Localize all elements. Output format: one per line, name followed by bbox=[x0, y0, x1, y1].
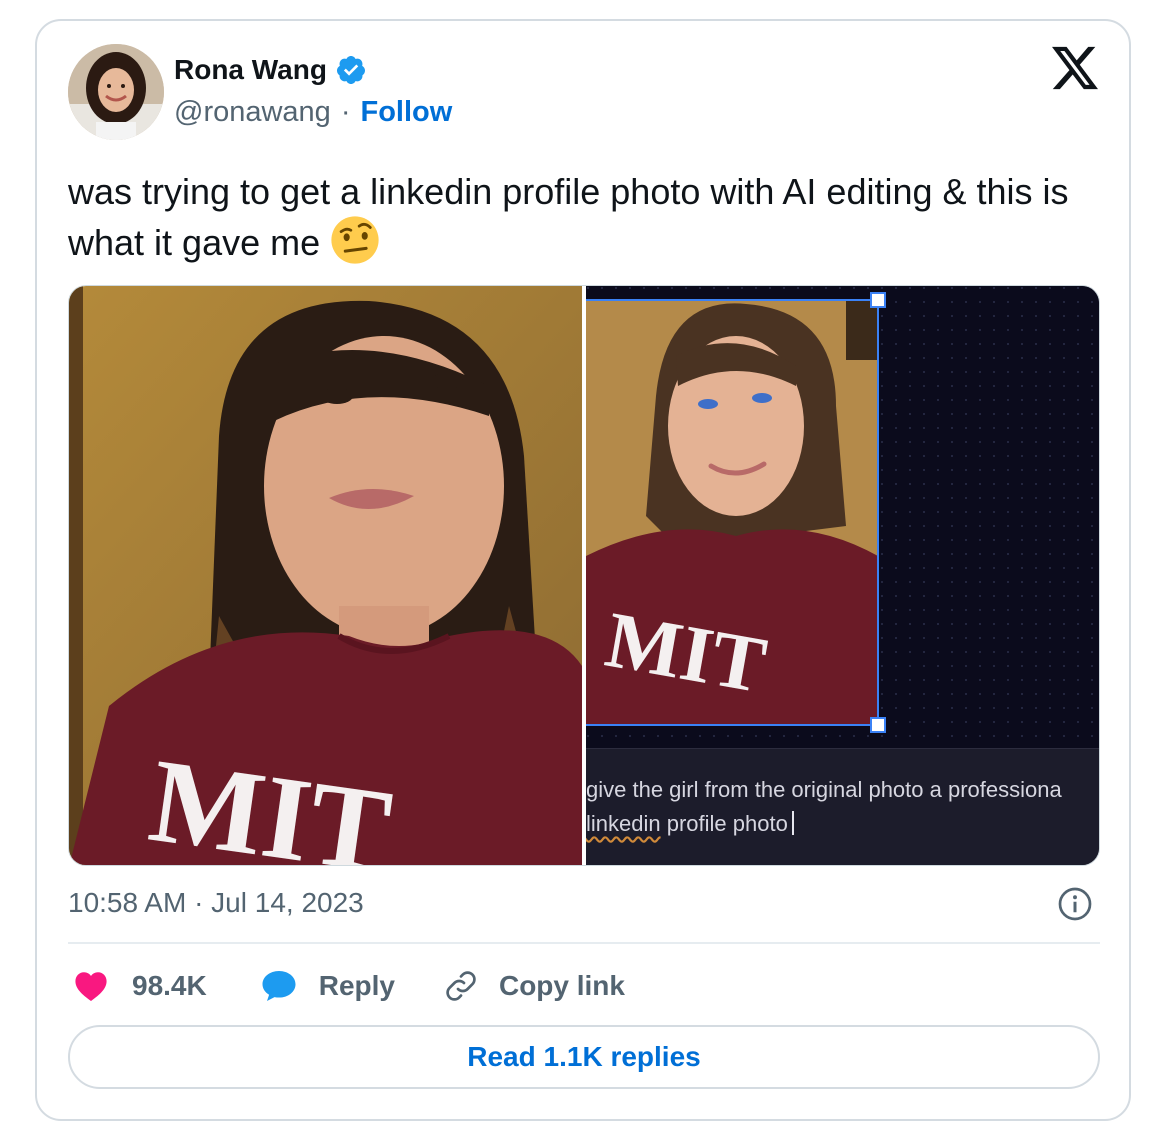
ai-edited-panel[interactable]: MIT give the girl from the original phot… bbox=[583, 286, 1099, 865]
reply-bubble-icon bbox=[262, 971, 296, 1001]
author-name[interactable]: Rona Wang bbox=[174, 54, 327, 86]
tweet-text: was trying to get a linkedin profile pho… bbox=[68, 171, 1069, 263]
ai-edited-photo-image: MIT bbox=[583, 286, 1099, 748]
ai-prompt-box[interactable]: give the girl from the original photo a … bbox=[586, 748, 1099, 865]
original-photo-image: MIT bbox=[69, 286, 582, 865]
x-logo-icon[interactable] bbox=[1052, 46, 1098, 90]
heart-icon bbox=[75, 972, 107, 1002]
follow-button[interactable]: Follow bbox=[360, 96, 452, 129]
verified-badge-icon bbox=[336, 56, 365, 84]
read-replies-button[interactable]: Read 1.1K replies bbox=[68, 1025, 1100, 1089]
reply-button[interactable]: Reply bbox=[261, 969, 395, 1003]
action-bar: 98.4K Reply Copy link bbox=[68, 962, 625, 1010]
link-icon bbox=[446, 971, 476, 1001]
like-button[interactable]: 98.4K bbox=[74, 970, 207, 1002]
media-divider bbox=[582, 286, 586, 865]
tweet-media[interactable]: MIT MIT give the girl from the original … bbox=[68, 285, 1100, 866]
prompt-line-2-rest: profile photo bbox=[660, 811, 788, 836]
reply-label: Reply bbox=[318, 970, 395, 1001]
tweet-timestamp[interactable]: 10:58 AM · Jul 14, 2023 bbox=[68, 887, 364, 919]
prompt-line-2: linkedin profile photo bbox=[586, 811, 794, 837]
copy-link-button[interactable]: Copy link bbox=[443, 968, 625, 1004]
info-icon[interactable] bbox=[1057, 886, 1093, 922]
prompt-line-1: give the girl from the original photo a … bbox=[586, 777, 1062, 802]
original-photo[interactable]: MIT bbox=[69, 286, 582, 865]
like-count: 98.4K bbox=[132, 970, 207, 1001]
handle-separator: · bbox=[340, 96, 351, 128]
tweet-text-block: was trying to get a linkedin profile pho… bbox=[68, 168, 1088, 266]
text-cursor bbox=[791, 811, 794, 835]
raised-eyebrow-face-icon bbox=[331, 216, 379, 264]
prompt-misspelled-word: linkedin bbox=[586, 811, 661, 836]
author-avatar[interactable] bbox=[68, 44, 164, 140]
copy-link-label: Copy link bbox=[498, 970, 625, 1001]
actions-divider bbox=[68, 942, 1100, 944]
author-handle[interactable]: @ronawang bbox=[174, 96, 331, 129]
avatar-image bbox=[68, 44, 164, 140]
